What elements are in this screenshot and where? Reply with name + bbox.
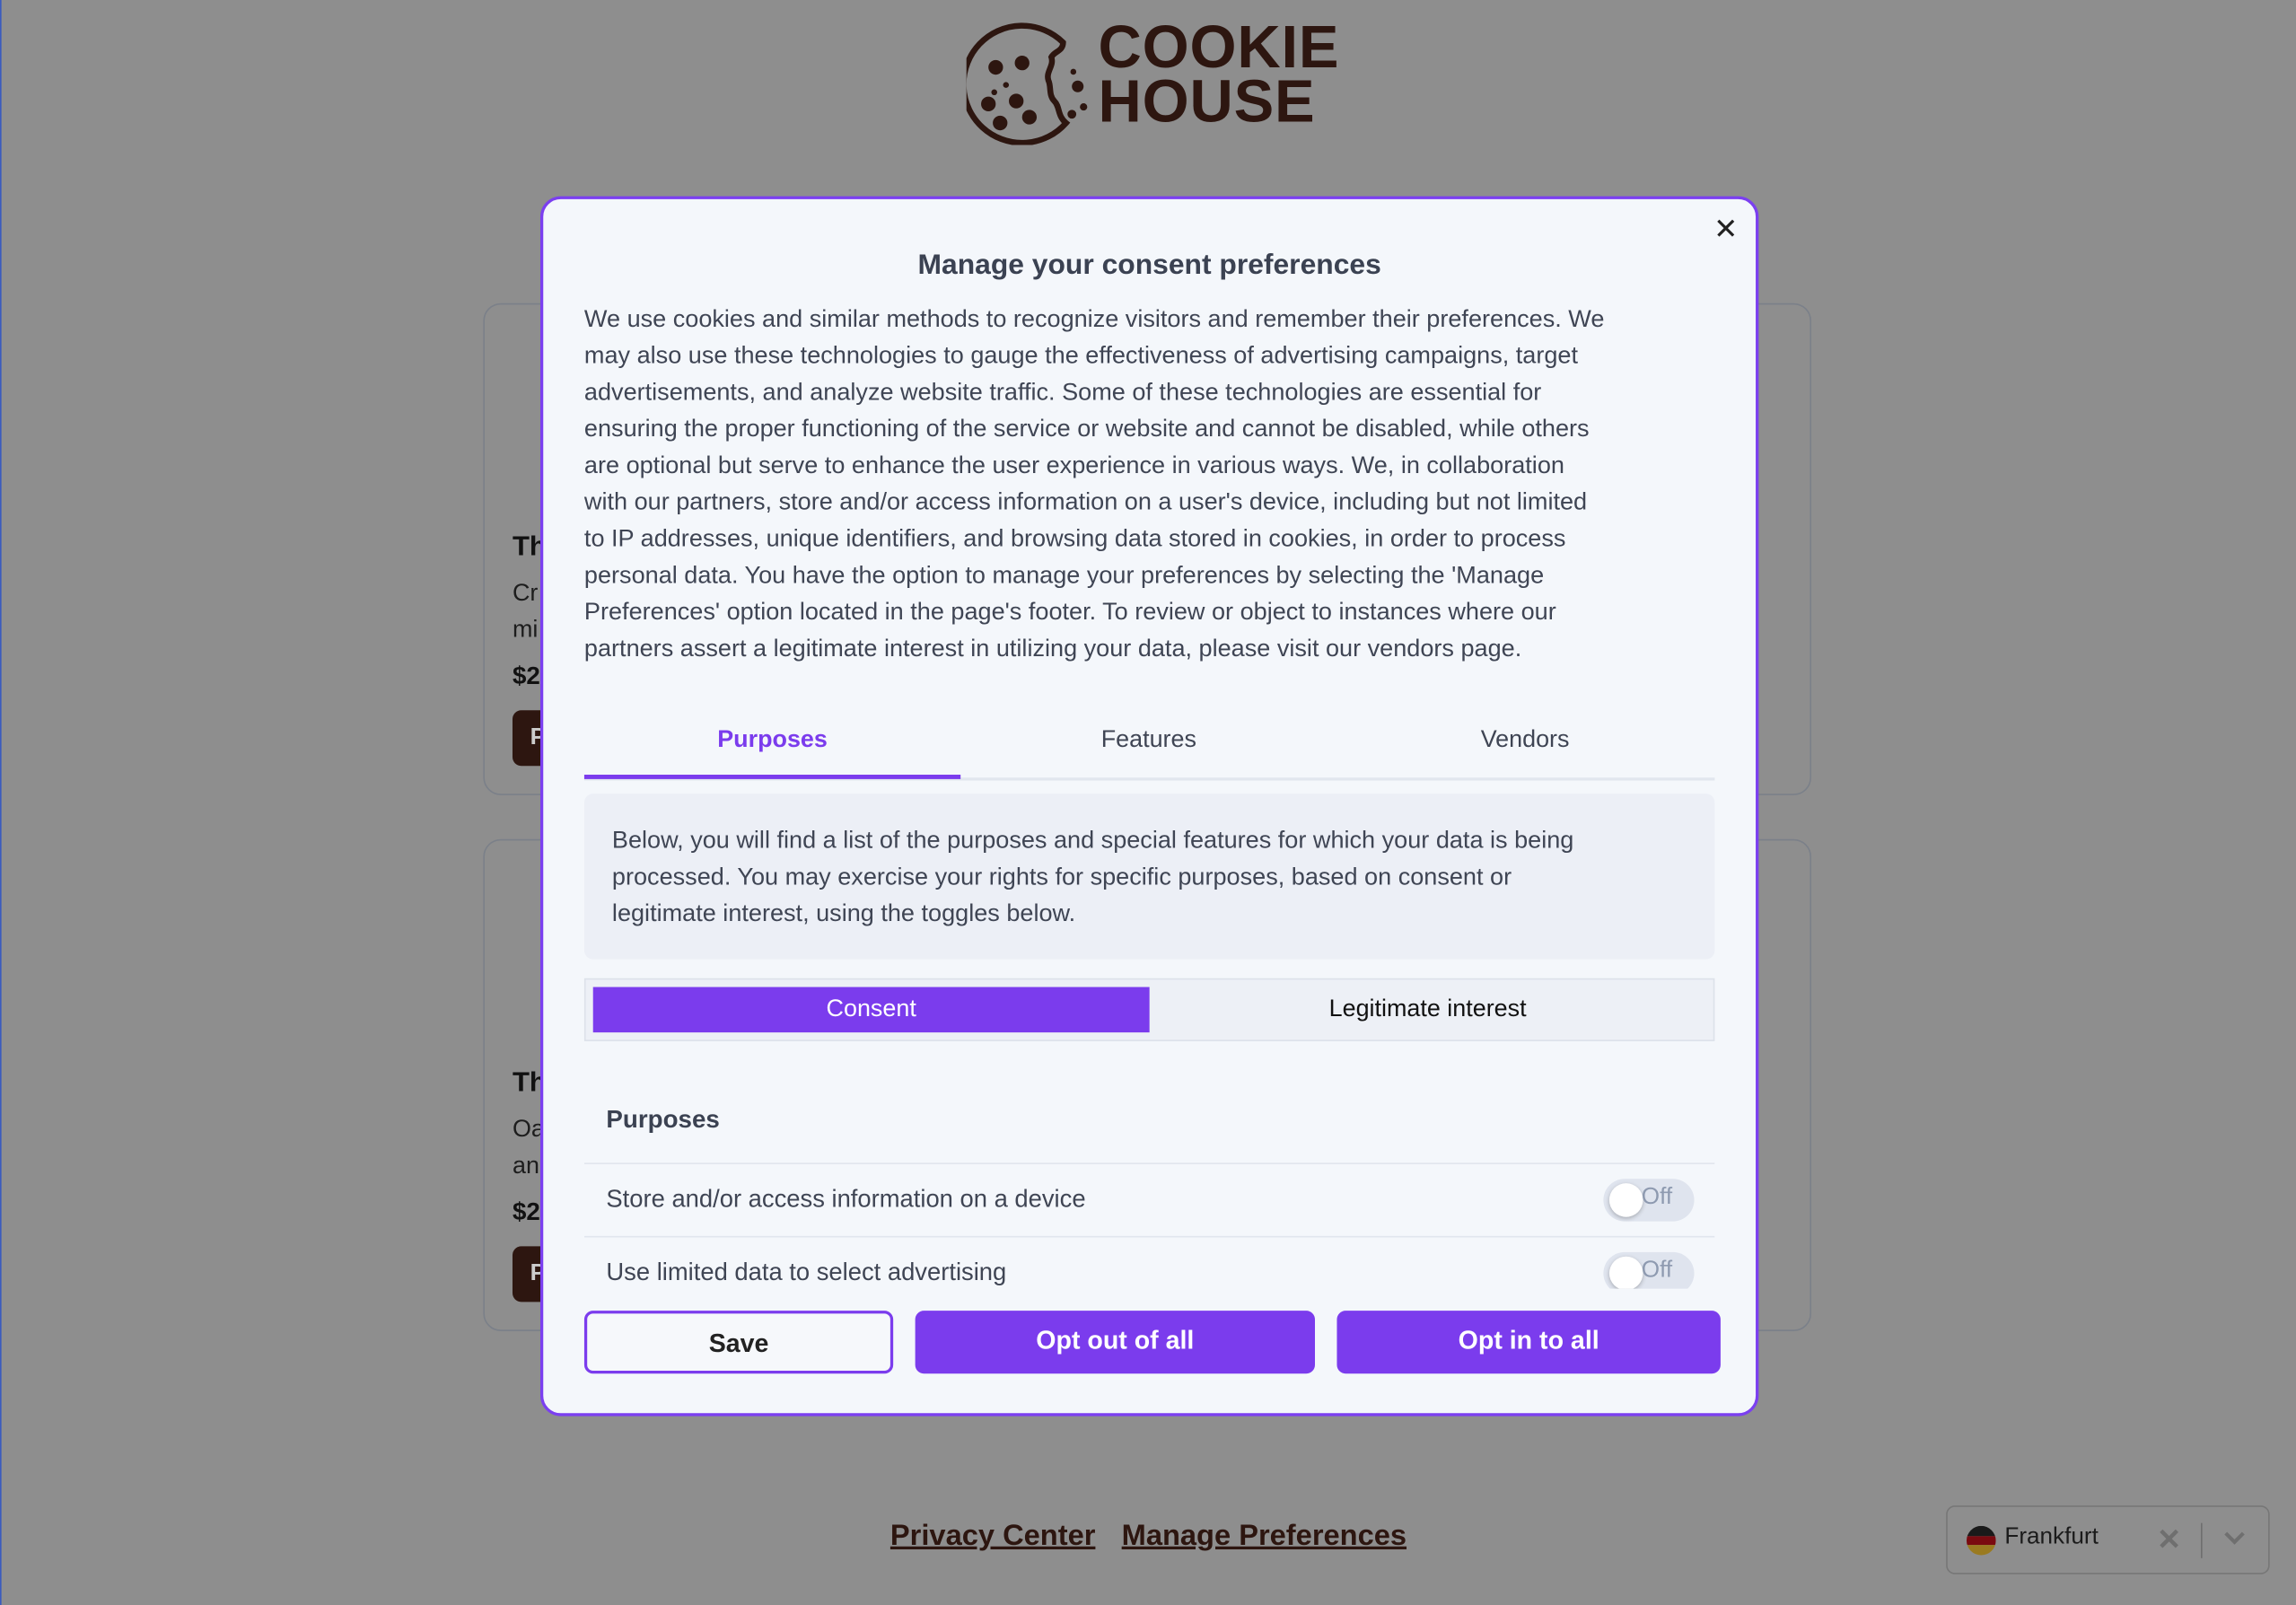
intro-line: personal data. You have the option to ma…: [583, 560, 1545, 589]
info-line: processed. You may exercise your rights …: [611, 862, 1512, 890]
location-value: Frankfurt: [2004, 1524, 2099, 1550]
opt-out-all-button[interactable]: Opt out of all: [915, 1311, 1315, 1374]
divider: [2200, 1522, 2203, 1558]
purposes-info: Below, you will find a list of the purpo…: [583, 794, 1715, 960]
consent-basis-switch: Consent Legitimate interest: [583, 978, 1715, 1041]
legitimate-interest-segment[interactable]: Legitimate interest: [1150, 987, 1706, 1033]
save-button[interactable]: Save: [583, 1311, 894, 1374]
intro-line: are optional but serve to enhance the us…: [583, 451, 1564, 479]
chevron-down-icon[interactable]: [2222, 1528, 2246, 1554]
modal-title: Manage your consent preferences: [917, 249, 1381, 282]
location-select[interactable]: Frankfurt ✕: [1946, 1505, 2270, 1574]
intro-line: to IP addresses, unique identifiers, and…: [583, 524, 1566, 553]
close-icon[interactable]: ✕: [1713, 211, 1738, 248]
purpose-label: Store and/or access information on a dev…: [606, 1184, 1086, 1213]
consent-segment[interactable]: Consent: [592, 987, 1150, 1033]
purpose-row: Store and/or access information on a dev…: [583, 1162, 1715, 1237]
germany-flag-icon: [1966, 1525, 1996, 1556]
brand-line-2: HOUSE: [1098, 67, 1316, 136]
purposes-header: Purposes: [606, 1105, 720, 1134]
info-line: legitimate interest, using the toggles b…: [611, 899, 1076, 927]
intro-line: may also use these technologies to gauge…: [583, 341, 1579, 370]
product-desc: Cr: [512, 580, 539, 607]
tab-bar: Purposes Features Vendors: [583, 719, 1715, 781]
tab-features[interactable]: Features: [960, 719, 1336, 760]
product-desc: mi: [512, 616, 539, 644]
tab-purposes[interactable]: Purposes: [583, 719, 961, 779]
purpose-label: Use limited data to select advertising: [606, 1258, 1007, 1286]
privacy-center-link[interactable]: Privacy Center: [890, 1520, 1096, 1554]
toggle-knob: [1608, 1256, 1643, 1289]
toggle-state: Off: [1641, 1258, 1673, 1284]
product-price: $2: [512, 662, 540, 690]
cookie-logo-icon: [960, 19, 1092, 152]
product-desc: an: [512, 1152, 539, 1180]
opt-in-all-button[interactable]: Opt in to all: [1336, 1311, 1721, 1374]
purpose-toggle[interactable]: Off: [1603, 1179, 1695, 1222]
purposes-list[interactable]: Purposes Store and/or access information…: [583, 1078, 1715, 1289]
product-price: $2: [512, 1197, 540, 1226]
purpose-toggle[interactable]: Off: [1603, 1251, 1695, 1289]
intro-line: Preferences' option located in the page'…: [583, 597, 1556, 626]
consent-modal: ✕ Manage your consent preferences We use…: [539, 196, 1759, 1416]
purpose-row: Use limited data to select advertising O…: [583, 1235, 1715, 1289]
toggle-state: Off: [1641, 1184, 1673, 1210]
intro-line: partners assert a legitimate interest in…: [583, 634, 1522, 662]
tab-vendors[interactable]: Vendors: [1336, 719, 1713, 760]
intro-line: advertisements, and analyze website traf…: [583, 377, 1542, 406]
intro-line: We use cookies and similar methods to re…: [583, 304, 1605, 333]
intro-line: with our partners, store and/or access i…: [583, 487, 1588, 516]
close-icon[interactable]: ✕: [2157, 1522, 2181, 1558]
intro-line: ensuring the proper functioning of the s…: [583, 414, 1590, 443]
intro-text: We use cookies and similar methods to re…: [584, 300, 1604, 666]
info-line: Below, you will find a list of the purpo…: [611, 826, 1574, 855]
page-edge: [0, 0, 2, 1605]
toggle-knob: [1608, 1183, 1643, 1217]
brand-logo: COOKIE HOUSE: [1098, 17, 1340, 136]
manage-preferences-link[interactable]: Manage Preferences: [1122, 1520, 1407, 1554]
